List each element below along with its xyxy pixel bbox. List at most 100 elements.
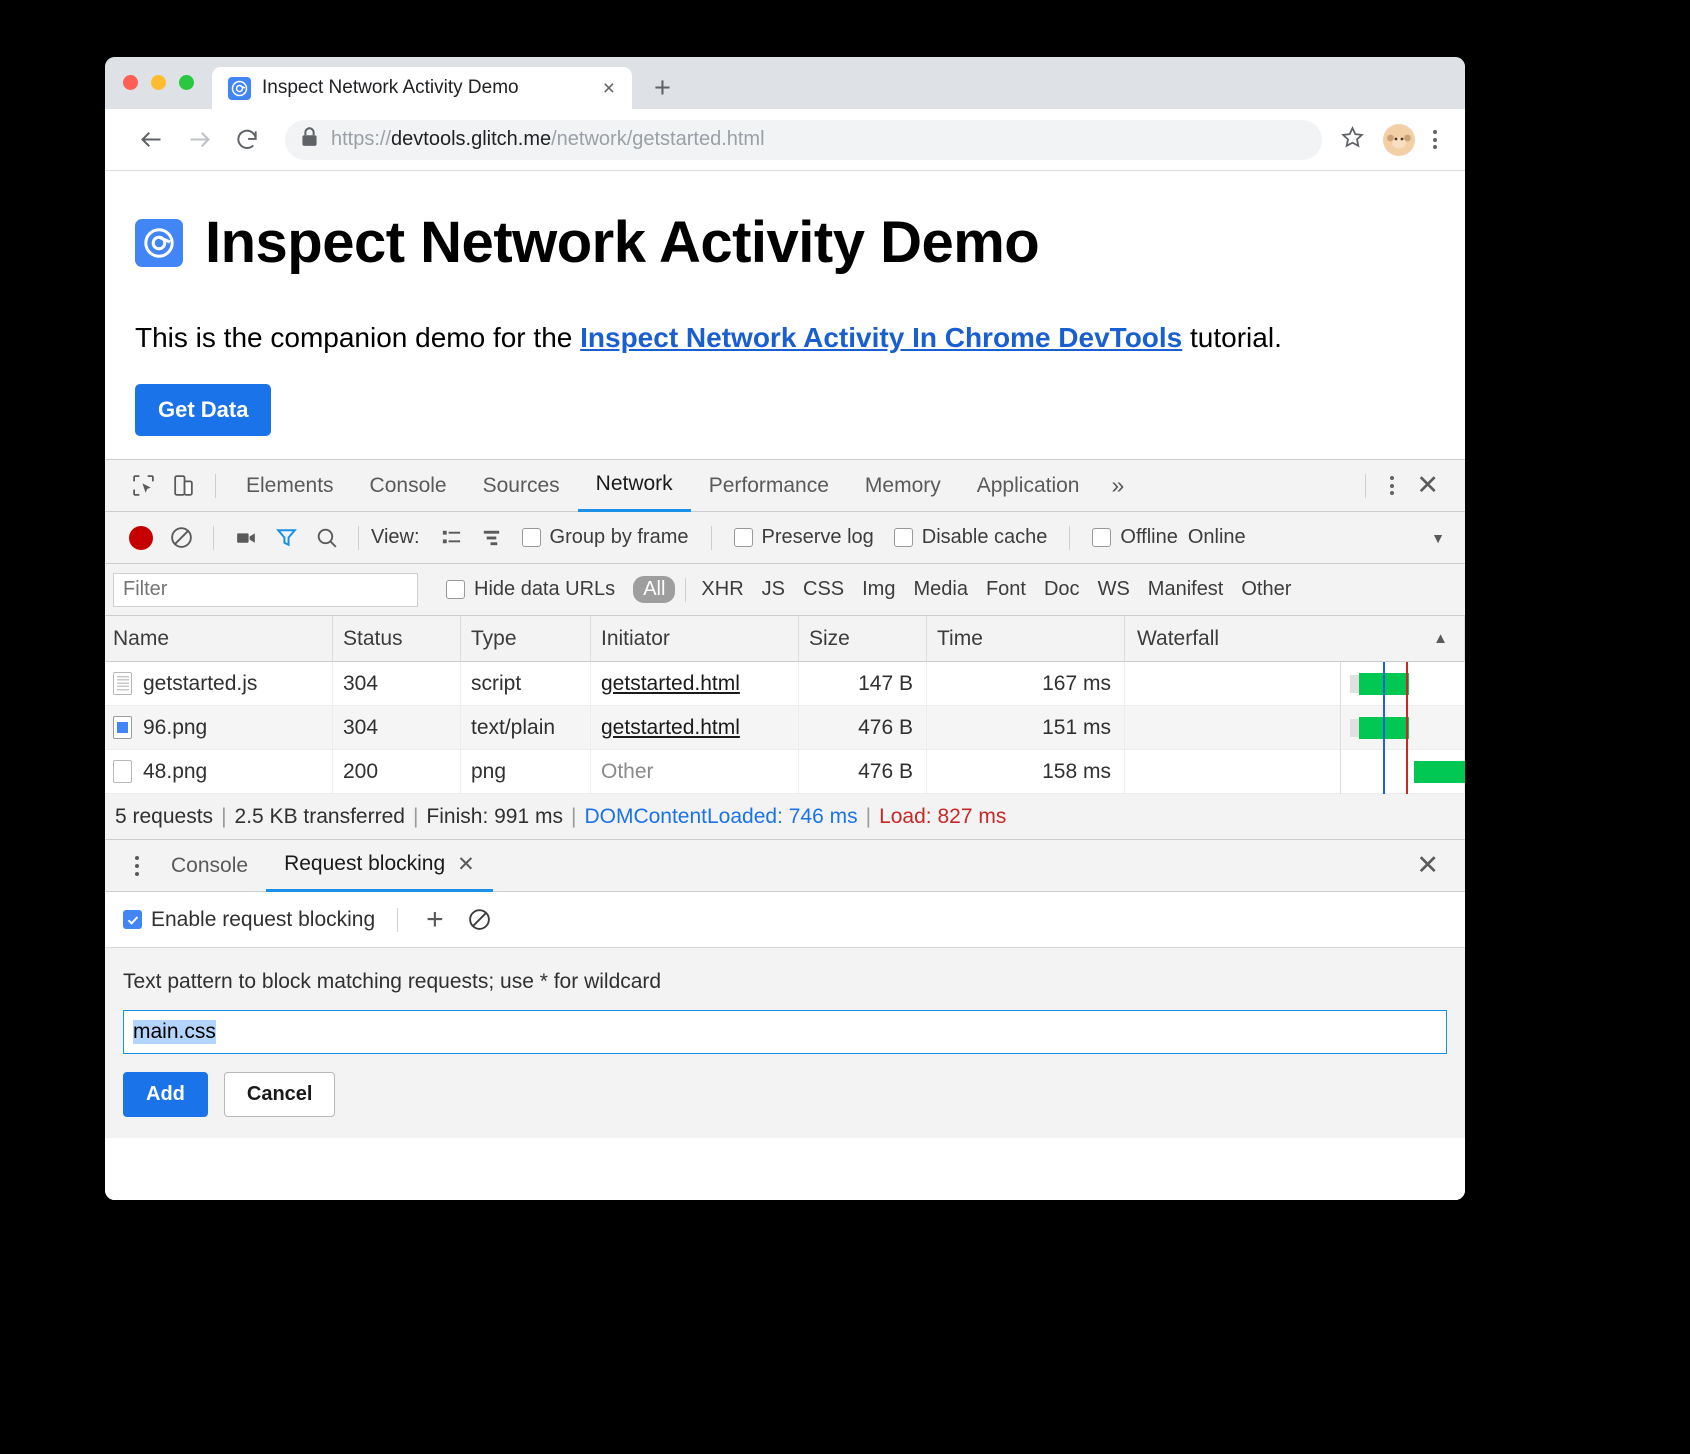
- initiator-link[interactable]: getstarted.html: [601, 672, 740, 696]
- filter-type-media[interactable]: Media: [904, 578, 976, 601]
- record-button[interactable]: [129, 525, 153, 550]
- new-tab-button[interactable]: +: [654, 74, 671, 103]
- filter-funnel-icon[interactable]: [266, 518, 306, 558]
- minimize-window-button[interactable]: [151, 74, 166, 90]
- table-row[interactable]: 48.png 200 png Other 476 B 158 ms: [105, 749, 1465, 794]
- offline-checkbox[interactable]: Offline: [1092, 526, 1178, 549]
- group-by-frame-checkbox[interactable]: Group by frame: [521, 526, 689, 549]
- summary-domcontentloaded: DOMContentLoaded: 746 ms: [584, 804, 858, 828]
- tab-network[interactable]: Network: [577, 460, 691, 512]
- tab-console[interactable]: Console: [352, 460, 465, 512]
- sort-ascending-icon[interactable]: ▲: [1433, 630, 1464, 647]
- cell-initiator[interactable]: getstarted.html: [591, 705, 799, 750]
- drawer-tab-request-blocking[interactable]: Request blocking ✕: [266, 840, 493, 892]
- browser-menu-icon[interactable]: [1425, 130, 1445, 149]
- list-view-icon[interactable]: [432, 518, 472, 558]
- add-button[interactable]: Add: [123, 1072, 208, 1117]
- get-data-button[interactable]: Get Data: [135, 384, 272, 436]
- close-devtools-icon[interactable]: ✕: [1406, 472, 1449, 499]
- initiator-link[interactable]: getstarted.html: [601, 716, 740, 740]
- add-pattern-icon[interactable]: +: [410, 904, 460, 935]
- more-panels-icon[interactable]: »: [1097, 472, 1138, 499]
- camera-filmstrip-icon[interactable]: [226, 518, 266, 558]
- filter-input[interactable]: [113, 572, 418, 607]
- cell-name-text: 48.png: [143, 759, 208, 783]
- filter-type-doc[interactable]: Doc: [1035, 578, 1089, 601]
- column-header-name[interactable]: Name: [105, 615, 333, 662]
- filter-type-manifest[interactable]: Manifest: [1139, 578, 1233, 601]
- lock-icon: [301, 127, 318, 152]
- drawer-tab-request-blocking-label: Request blocking: [284, 852, 446, 875]
- column-header-status[interactable]: Status: [333, 615, 461, 662]
- preserve-log-box[interactable]: [733, 528, 753, 547]
- filter-type-other[interactable]: Other: [1232, 578, 1300, 601]
- close-window-button[interactable]: [123, 74, 138, 90]
- close-tab-button[interactable]: ×: [600, 78, 618, 99]
- tab-elements[interactable]: Elements: [228, 460, 352, 512]
- search-icon[interactable]: [306, 518, 346, 558]
- cancel-button[interactable]: Cancel: [223, 1072, 336, 1117]
- table-row[interactable]: getstarted.js 304 script getstarted.html…: [105, 661, 1465, 706]
- enable-request-blocking-box[interactable]: [123, 910, 142, 929]
- filter-type-js[interactable]: JS: [753, 578, 794, 601]
- filter-type-css[interactable]: CSS: [794, 578, 853, 601]
- cell-size: 476 B: [799, 705, 927, 750]
- enable-request-blocking-checkbox[interactable]: Enable request blocking: [123, 908, 375, 932]
- maximize-window-button[interactable]: [179, 74, 194, 90]
- clear-icon[interactable]: [161, 518, 201, 558]
- profile-avatar[interactable]: [1383, 123, 1415, 156]
- hide-data-urls-checkbox[interactable]: Hide data URLs: [446, 578, 615, 601]
- cell-name[interactable]: 48.png: [105, 749, 333, 794]
- device-toolbar-icon[interactable]: [163, 466, 203, 506]
- group-by-frame-box[interactable]: [521, 528, 541, 547]
- hide-data-urls-box[interactable]: [446, 580, 465, 599]
- close-request-blocking-icon[interactable]: ✕: [457, 852, 475, 877]
- pattern-input[interactable]: main.css: [123, 1010, 1447, 1054]
- cell-time: 167 ms: [927, 661, 1125, 706]
- disable-cache-box[interactable]: [893, 528, 913, 547]
- load-marker: [1406, 661, 1408, 706]
- enable-request-blocking-label: Enable request blocking: [151, 907, 376, 931]
- filter-type-font[interactable]: Font: [977, 578, 1035, 601]
- inspect-element-icon[interactable]: [123, 466, 163, 506]
- offline-box[interactable]: [1092, 528, 1112, 547]
- chevron-down-icon[interactable]: ▼: [1431, 530, 1465, 546]
- tutorial-link[interactable]: Inspect Network Activity In Chrome DevTo…: [580, 322, 1182, 353]
- filter-type-ws[interactable]: WS: [1089, 578, 1139, 601]
- column-header-waterfall[interactable]: Waterfall ▲: [1125, 615, 1465, 662]
- bookmark-star-icon[interactable]: [1334, 125, 1371, 155]
- back-icon[interactable]: [127, 116, 175, 164]
- cell-name[interactable]: 96.png: [105, 705, 333, 750]
- preserve-log-checkbox[interactable]: Preserve log: [733, 526, 874, 549]
- column-header-time[interactable]: Time: [927, 615, 1125, 662]
- filter-type-img[interactable]: Img: [853, 578, 904, 601]
- tab-performance[interactable]: Performance: [691, 460, 847, 512]
- devtools-settings-menu-icon[interactable]: [1382, 476, 1402, 495]
- reload-icon[interactable]: [223, 116, 271, 164]
- tab-memory[interactable]: Memory: [847, 460, 959, 512]
- cell-initiator[interactable]: getstarted.html: [591, 661, 799, 706]
- page-title: Inspect Network Activity Demo: [135, 209, 1465, 276]
- throttling-select[interactable]: Online: [1188, 526, 1246, 549]
- column-header-initiator[interactable]: Initiator: [591, 615, 799, 662]
- drawer-menu-icon[interactable]: [121, 855, 153, 876]
- drawer-tab-console[interactable]: Console: [153, 840, 266, 892]
- column-header-type[interactable]: Type: [461, 615, 591, 662]
- devtools-panel: Elements Console Sources Network Perform…: [105, 459, 1465, 1200]
- column-header-size[interactable]: Size: [799, 615, 927, 662]
- table-row[interactable]: 96.png 304 text/plain getstarted.html 47…: [105, 705, 1465, 750]
- tab-sources[interactable]: Sources: [465, 460, 578, 512]
- filter-type-xhr[interactable]: XHR: [692, 578, 752, 601]
- close-drawer-icon[interactable]: ✕: [1406, 852, 1449, 879]
- address-bar[interactable]: https://devtools.glitch.me/network/getst…: [285, 119, 1322, 160]
- tab-application[interactable]: Application: [959, 460, 1098, 512]
- browser-tab[interactable]: Inspect Network Activity Demo ×: [212, 67, 632, 109]
- cell-name[interactable]: getstarted.js: [105, 661, 333, 706]
- network-toolbar-divider-3: [710, 525, 712, 550]
- waterfall-view-icon[interactable]: [472, 518, 512, 558]
- filter-type-all[interactable]: All: [633, 576, 676, 603]
- disable-cache-checkbox[interactable]: Disable cache: [893, 526, 1047, 549]
- forward-icon[interactable]: [175, 116, 223, 164]
- remove-all-patterns-icon[interactable]: [460, 900, 500, 940]
- cell-time: 158 ms: [927, 749, 1125, 794]
